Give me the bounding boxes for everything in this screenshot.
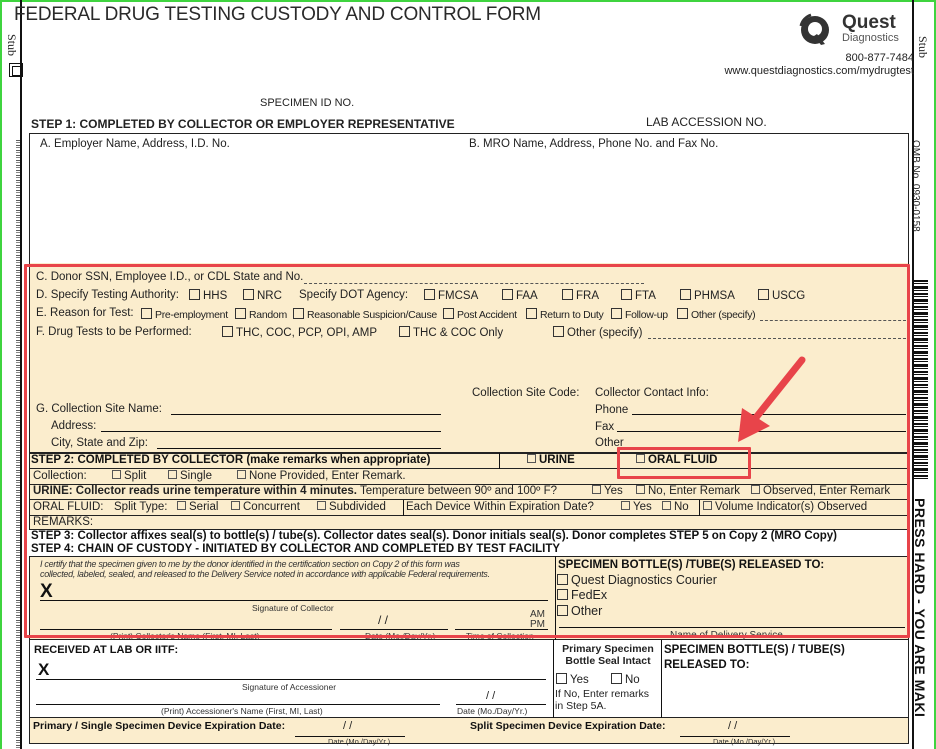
released-to-lab-heading: SPECIMEN BOTTLE(S) / TUBE(S) RELEASED TO:: [664, 644, 845, 671]
split-exp-label: Split Specimen Device Expiration Date:: [470, 720, 666, 732]
checkbox[interactable]: [611, 673, 622, 684]
omb-number: OMB No. 0930-0158: [910, 140, 921, 232]
form-title: FEDERAL DRUG TESTING CUSTODY AND CONTROL…: [14, 4, 541, 25]
primary-exp-label: Primary / Single Specimen Device Expirat…: [33, 720, 286, 732]
sig-accessioner-label: Signature of Accessioner: [242, 682, 337, 692]
stub-label-right: Stub: [916, 36, 930, 59]
quest-logo-icon: [799, 13, 829, 45]
accessioner-signature-field[interactable]: [36, 679, 546, 680]
mro-label: B. MRO Name, Address, Phone No. and Fax …: [469, 138, 719, 150]
primary-exp-date-label: Date (Mo./Day/Yr.): [328, 737, 391, 746]
date-slashes-4: / /: [728, 720, 738, 732]
seal-intact-heading: Primary Specimen Bottle Seal Intact: [562, 643, 654, 667]
stub-label-left: Stub: [5, 34, 19, 57]
employer-label: A. Employer Name, Address, I.D. No.: [40, 138, 230, 150]
left-margin-line: [20, 0, 22, 749]
specimen-id-label: SPECIMEN ID NO.: [260, 97, 355, 109]
receipt-date-field[interactable]: [456, 704, 546, 705]
option-seal-no[interactable]: No: [611, 673, 640, 686]
step1-heading: STEP 1: COMPLETED BY COLLECTOR OR EMPLOY…: [31, 117, 455, 131]
divider: [553, 640, 554, 718]
seal-note: If No, Enter remarks in Step 5A.: [555, 688, 649, 712]
barcode: [914, 280, 928, 480]
left-microprint-strip: [16, 140, 20, 749]
lab-accession-label: LAB ACCESSION NO.: [646, 115, 767, 129]
split-exp-date-label: Date (Mo./Day/Yr.): [713, 737, 776, 746]
brand-name: Quest: [842, 12, 896, 33]
received-heading: RECEIVED AT LAB OR IITF:: [34, 644, 179, 656]
annotation-section-highlight: [24, 264, 910, 638]
print-accessioner-label: (Print) Accessioner's Name (First, MI, L…: [161, 706, 323, 716]
checkbox[interactable]: [556, 673, 567, 684]
stub-checkbox[interactable]: [9, 63, 23, 77]
accessioner-name-field[interactable]: [36, 704, 440, 705]
divider: [661, 640, 662, 718]
brand-url[interactable]: www.questdiagnostics.com/mydrugtest: [724, 65, 914, 77]
brand-phone: 800-877-7484: [845, 52, 914, 64]
receipt-date-label: Date (Mo./Day/Yr.): [457, 706, 528, 716]
accessioner-x-mark: X: [38, 660, 50, 679]
step1-ab-box: [29, 133, 909, 263]
annotation-arrow-icon: [738, 356, 806, 442]
press-hard-notice: PRESS HARD - YOU ARE MAKI: [912, 498, 928, 718]
option-seal-yes[interactable]: Yes: [556, 673, 589, 686]
brand-sub: Diagnostics: [842, 32, 899, 44]
annotation-oral-fluid-highlight: [617, 447, 751, 479]
date-slashes-2: / /: [486, 690, 496, 702]
date-slashes-3: / /: [343, 720, 353, 732]
